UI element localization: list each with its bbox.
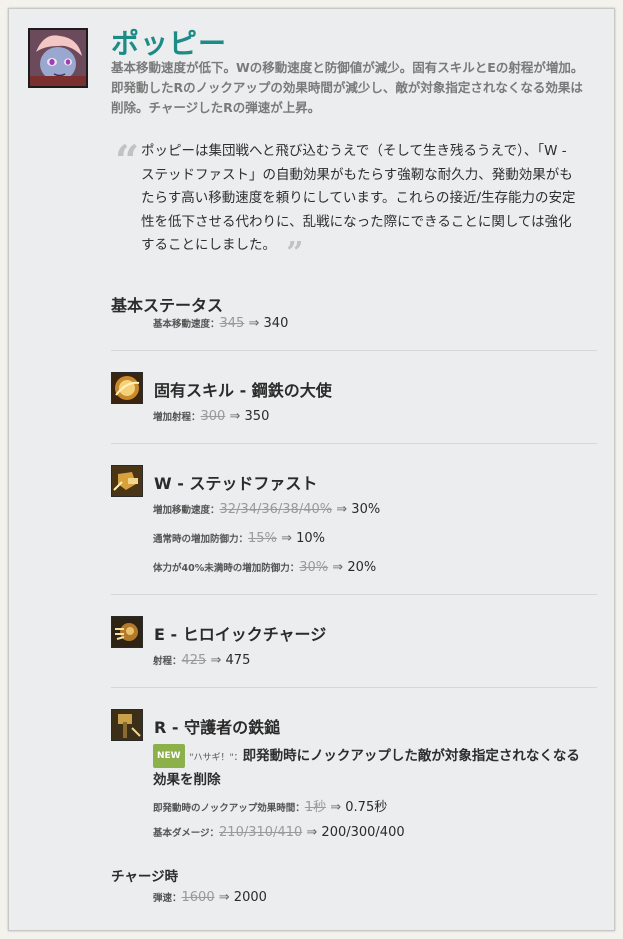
new-value: 10%	[296, 531, 326, 546]
close-quote-icon: ”	[286, 236, 304, 271]
ability-title-r: R - 守護者の鉄鎚	[154, 718, 281, 737]
arrow-icon: ⇒	[218, 890, 230, 905]
new-value: 0.75秒	[345, 800, 388, 815]
champion-portrait	[28, 28, 88, 88]
old-value: 300	[200, 409, 226, 424]
arrow-icon: ⇒	[332, 560, 344, 575]
ability-title-passive: 固有スキル - 鋼鉄の大使	[154, 381, 332, 400]
steadfast-icon	[111, 465, 143, 497]
stat-row: 増加射程：300 ⇒ 350	[153, 409, 269, 424]
new-value: 20%	[347, 560, 377, 575]
champion-summary: 基本移動速度が低下。Wの移動速度と防御値が減少。固有スキルとEの射程が増加。即発…	[111, 60, 584, 115]
stat-label: 体力が40%未満時の増加防御力：	[153, 563, 300, 574]
charged-subtitle: チャージ時	[111, 869, 179, 885]
arrow-icon: ⇒	[229, 409, 241, 424]
arrow-icon: ⇒	[248, 316, 260, 331]
new-value: 340	[263, 316, 289, 331]
old-value: 425	[181, 653, 207, 668]
arrow-icon: ⇒	[330, 800, 342, 815]
stat-row: 通常時の増加防御力：15% ⇒ 10%	[153, 531, 325, 546]
old-value: 210/310/410	[219, 825, 303, 840]
divider	[111, 443, 597, 444]
old-value: 1600	[181, 890, 215, 905]
new-value: 200/300/400	[321, 825, 405, 840]
old-value: 30%	[299, 560, 329, 575]
ability-title-w: W - ステッドファスト	[154, 474, 318, 493]
passive-shield-icon	[111, 372, 143, 404]
stat-label: 射程：	[153, 656, 182, 667]
keepers-verdict-icon	[111, 709, 143, 741]
stat-label: 基本ダメージ：	[153, 828, 220, 839]
stat-row: 即発動時のノックアップ効果時間：1秒 ⇒ 0.75秒	[153, 796, 387, 815]
divider	[111, 687, 597, 688]
champion-name: ポッピー	[111, 27, 228, 60]
quote-text: ポッピーは集団戦へと飛び込むうえで（そして生き残るうえで）、「W - ステッドフ…	[141, 143, 576, 253]
new-value: 350	[244, 409, 270, 424]
arrow-icon: ⇒	[281, 531, 292, 546]
divider	[111, 350, 597, 351]
old-value: 345	[219, 316, 245, 331]
divider	[111, 594, 597, 595]
old-value: 32/34/36/38/40%	[219, 502, 333, 517]
ability-title-e: E - ヒロイックチャージ	[154, 625, 327, 644]
heroic-charge-icon	[111, 616, 143, 648]
new-value: 475	[225, 653, 251, 668]
stat-row: 体力が40%未満時の増加防御力：30% ⇒ 20%	[153, 560, 376, 575]
stat-row: 増加移動速度：32/34/36/38/40% ⇒ 30%	[153, 502, 380, 517]
stat-label: 増加射程：	[153, 412, 201, 423]
arrow-icon: ⇒	[306, 825, 318, 840]
stat-row: 射程：425 ⇒ 475	[153, 653, 250, 668]
stat-row: 弾速：1600 ⇒ 2000	[153, 890, 267, 905]
developer-quote: ポッピーは集団戦へと飛び込むうえで（そして生き残るうえで）、「W - ステッドフ…	[141, 140, 579, 269]
stat-label: 弾速：	[153, 893, 182, 904]
new-badge: NEW	[153, 744, 185, 768]
old-value: 1秒	[304, 800, 327, 815]
stat-label: 増加移動速度：	[153, 505, 220, 516]
stat-label: 通常時の増加防御力：	[153, 534, 249, 545]
stat-row: 基本ダメージ：210/310/410 ⇒ 200/300/400	[153, 825, 405, 840]
old-value: 15%	[248, 531, 277, 546]
arrow-icon: ⇒	[336, 502, 348, 517]
new-value: 30%	[351, 502, 381, 517]
stat-label: 即発動時のノックアップ効果時間：	[153, 803, 305, 814]
new-value: 2000	[233, 890, 267, 905]
base-stats-title: 基本ステータス	[111, 296, 224, 315]
arrow-icon: ⇒	[210, 653, 222, 668]
open-quote-icon: “	[115, 136, 140, 185]
stat-label: 基本移動速度：	[153, 319, 220, 330]
new-change-label: "ハサギ！"：	[189, 753, 243, 763]
new-change: NEW "ハサギ！"：即発動時にノックアップした敵が対象指定されなくなる効果を削…	[153, 744, 593, 791]
stat-row: 基本移動速度：345 ⇒ 340	[153, 316, 288, 331]
